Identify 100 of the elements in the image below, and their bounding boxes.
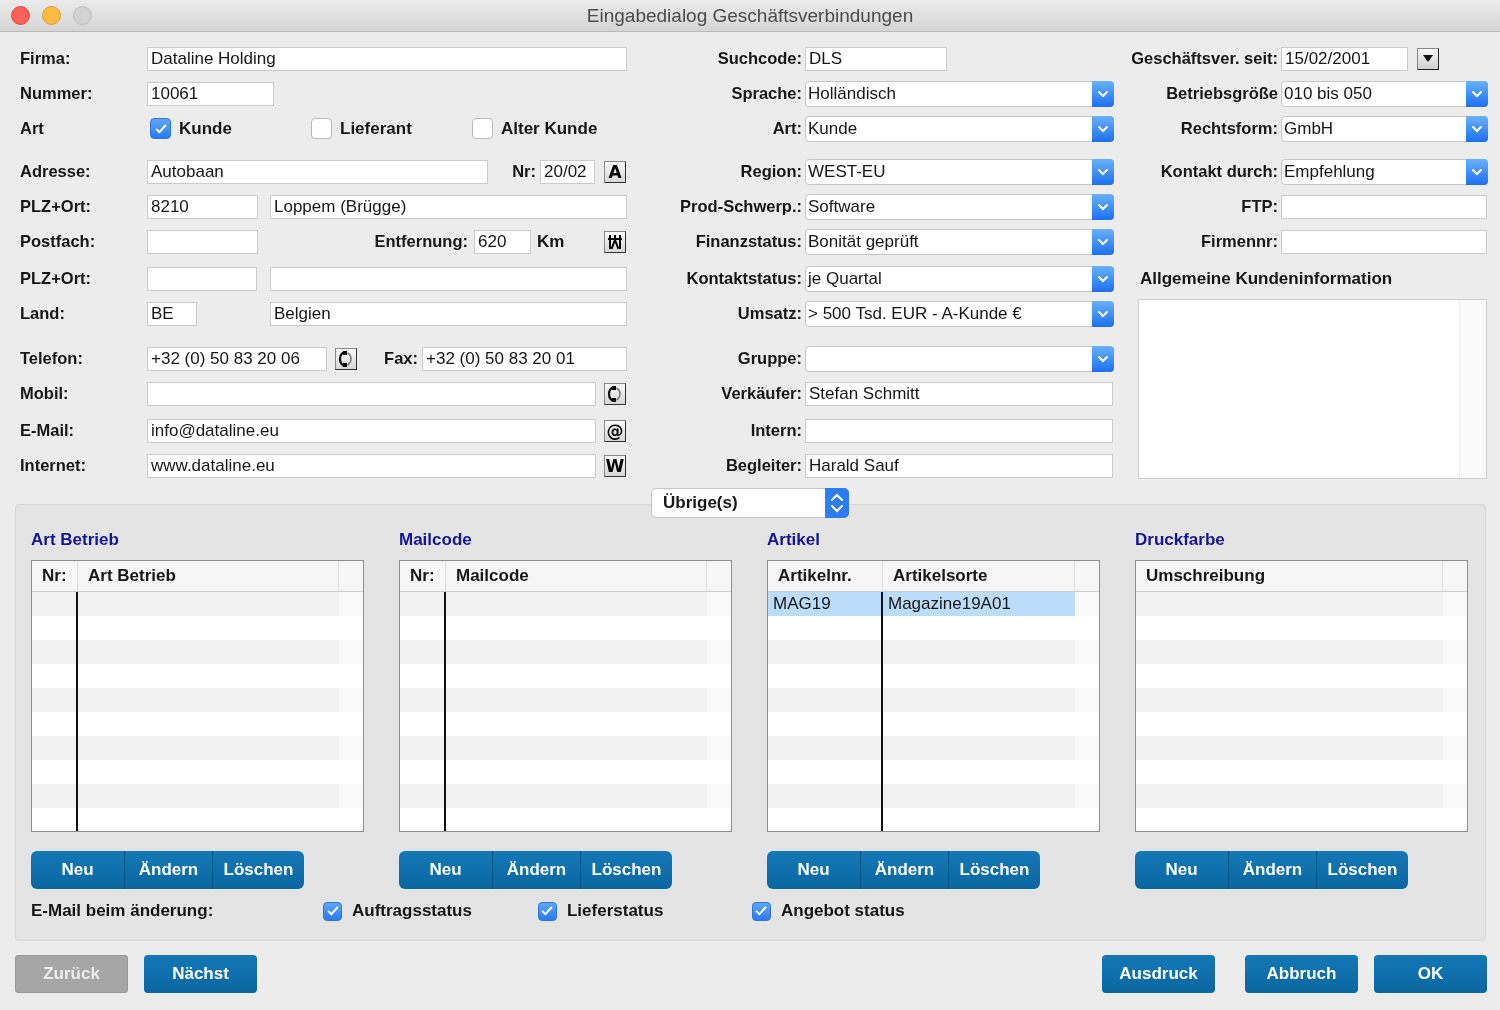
toolbar-button[interactable]: Löschen (1316, 851, 1408, 889)
field-label: Begleiter: (724, 456, 802, 475)
input-field[interactable]: DLS (805, 46, 947, 71)
dropdown-field[interactable]: je Quartal (805, 265, 1114, 292)
push-button[interactable]: Nächst (144, 955, 257, 993)
chevron-down-icon (1471, 167, 1483, 176)
dropdown-field[interactable]: Empfehlung (1281, 158, 1488, 185)
input-field[interactable] (147, 266, 257, 291)
input-field[interactable]: Autobaan (147, 159, 488, 184)
field-label: Adresse: (20, 162, 92, 181)
input-field[interactable]: Stefan Schmitt (805, 381, 1113, 406)
route-button[interactable] (604, 230, 626, 253)
column-header[interactable]: Art Betrieb (78, 561, 339, 591)
push-button[interactable]: Ausdruck (1102, 955, 1215, 993)
input-field[interactable]: +32 (0) 50 83 20 06 (147, 346, 327, 371)
phone-button[interactable] (604, 382, 626, 405)
checkbox[interactable] (323, 901, 342, 921)
field-label: Rechtsform: (1179, 119, 1278, 138)
input-field[interactable] (270, 266, 627, 291)
toolbar-button[interactable]: Neu (1135, 851, 1228, 889)
column-header[interactable]: Mailcode (446, 561, 707, 591)
input-field[interactable]: 620 (474, 229, 531, 254)
input-field[interactable] (805, 418, 1113, 443)
toolbar-button[interactable]: Löschen (948, 851, 1040, 889)
section-selector[interactable]: Übrige(s) (651, 488, 849, 518)
toolbar-button[interactable]: Neu (399, 851, 492, 889)
minimize-button[interactable] (42, 6, 61, 25)
checkbox-label[interactable]: Angebot status (780, 901, 924, 921)
checkbox[interactable] (538, 901, 557, 921)
table-cell: MAG19 (768, 592, 883, 616)
icon-button[interactable]: W (604, 454, 626, 477)
column-header[interactable]: Nr: (400, 561, 446, 591)
field-label: Entfernung: (373, 232, 469, 251)
chevron-down-icon (1097, 202, 1109, 211)
input-field[interactable]: 20/02 (540, 159, 595, 184)
check-icon (153, 121, 168, 136)
dropdown-field[interactable]: Software (805, 193, 1114, 220)
chevron-down-icon (1097, 167, 1109, 176)
dropdown-field[interactable]: Kunde (805, 115, 1114, 142)
push-button[interactable]: OK (1374, 955, 1487, 993)
dropdown-field[interactable]: 010 bis 050 (1281, 80, 1488, 107)
dropdown-field[interactable]: Holländisch (805, 80, 1114, 107)
toolbar-button[interactable]: Löschen (580, 851, 672, 889)
checkbox-label[interactable]: Alter Kunde (501, 118, 598, 139)
column-header[interactable]: Artikelsorte (883, 561, 1075, 591)
checkbox-label[interactable]: Lieferstatus (567, 901, 690, 921)
group-title: Art Betrieb (31, 529, 119, 551)
column-header[interactable]: Artikelnr. (768, 561, 883, 591)
checkbox-label[interactable]: Lieferant (340, 118, 412, 139)
option-label: E-Mail beim änderung: (31, 901, 215, 921)
input-field[interactable]: 10061 (147, 81, 274, 106)
input-field[interactable]: BE (147, 301, 197, 326)
dropdown-field[interactable]: WEST-EU (805, 158, 1114, 185)
dropdown-field[interactable]: GmbH (1281, 115, 1488, 142)
input-field[interactable]: Loppem (Brügge) (270, 194, 627, 219)
input-field[interactable] (147, 229, 258, 254)
checkbox[interactable] (150, 118, 171, 139)
checkbox[interactable] (751, 901, 771, 921)
icon-button[interactable]: @ (604, 419, 626, 442)
input-field[interactable]: 8210 (147, 194, 258, 219)
push-button[interactable]: Abbruch (1245, 955, 1358, 993)
input-field[interactable] (1281, 229, 1487, 254)
date-picker-button[interactable] (1417, 47, 1439, 70)
toolbar-button[interactable]: Ändern (1228, 851, 1316, 889)
input-field[interactable]: 15/02/2001 (1281, 46, 1408, 71)
zoom-button[interactable] (73, 6, 92, 25)
dropdown-field[interactable] (805, 345, 1114, 372)
field-label: Mobil: (20, 384, 70, 403)
input-field[interactable]: +32 (0) 50 83 20 01 (422, 346, 627, 371)
text-area[interactable] (1138, 299, 1487, 479)
close-button[interactable] (11, 6, 30, 25)
toolbar-button[interactable]: Ändern (124, 851, 212, 889)
icon-button[interactable]: A (604, 160, 626, 183)
phone-button[interactable] (335, 347, 357, 370)
column-header[interactable]: Nr: (32, 561, 78, 591)
table-row[interactable]: MAG19 Magazine19A01 (768, 592, 1099, 616)
field-label: Nummer: (20, 84, 94, 103)
road-icon (606, 232, 624, 251)
input-field[interactable]: Dataline Holding (147, 46, 627, 71)
checkbox-label[interactable]: Kunde (179, 118, 232, 139)
input-field[interactable] (1281, 194, 1487, 219)
chevron-down-icon (1097, 274, 1109, 283)
field-label: Kontaktstatus: (685, 269, 802, 288)
toolbar-button[interactable]: Löschen (212, 851, 304, 889)
input-field[interactable]: Harald Sauf (805, 453, 1113, 478)
toolbar-button[interactable]: Neu (767, 851, 860, 889)
input-field[interactable]: info@dataline.eu (147, 418, 596, 443)
dropdown-field[interactable]: Bonität geprüft (805, 228, 1114, 255)
toolbar-button[interactable]: Ändern (860, 851, 948, 889)
input-field[interactable]: Belgien (270, 301, 627, 326)
input-field[interactable]: www.dataline.eu (147, 453, 596, 478)
checkbox[interactable] (472, 118, 493, 139)
field-label: Betriebsgröße (1165, 84, 1278, 103)
checkbox-label[interactable]: Auftragsstatus (352, 901, 495, 921)
input-field[interactable] (147, 381, 596, 406)
toolbar-button[interactable]: Neu (31, 851, 124, 889)
checkbox[interactable] (311, 118, 332, 139)
window-title: Eingabedialog Geschäftsverbindungen (586, 5, 914, 27)
toolbar-button[interactable]: Ändern (492, 851, 580, 889)
dropdown-field[interactable]: > 500 Tsd. EUR - A-Kunde € (805, 300, 1114, 327)
